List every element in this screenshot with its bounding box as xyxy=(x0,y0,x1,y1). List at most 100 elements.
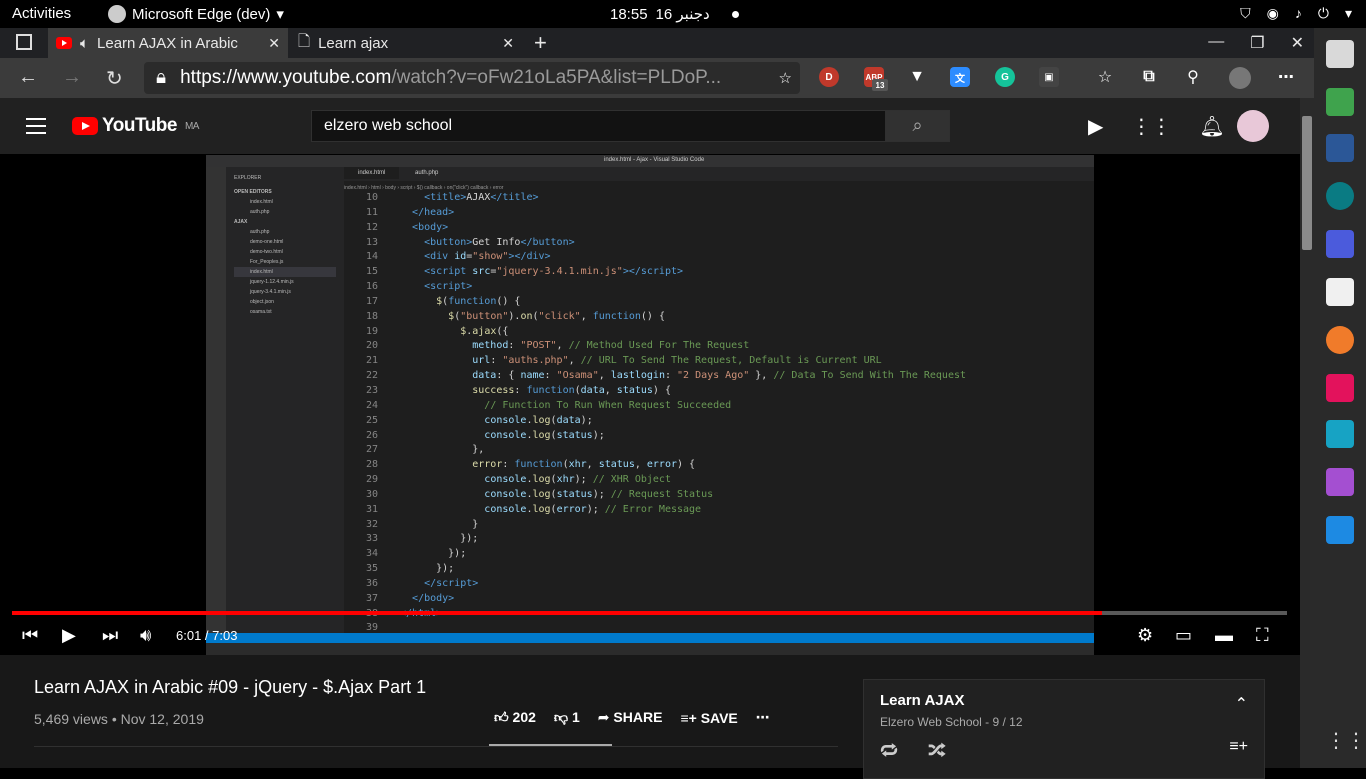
app-menu[interactable]: Microsoft Edge (dev) ▾ xyxy=(108,5,284,23)
video-title: Learn AJAX in Arabic #09 - jQuery - $.Aj… xyxy=(34,677,427,697)
postman-icon[interactable] xyxy=(1326,326,1354,354)
vscode-window-title: index.html - Ajax - Visual Studio Code xyxy=(604,157,705,163)
back-button[interactable]: ← xyxy=(18,66,38,89)
file-item: index.html xyxy=(234,267,336,277)
extension-box-icon[interactable]: ▣ xyxy=(1039,67,1059,87)
scrollbar-thumb[interactable] xyxy=(1302,116,1312,250)
download-manager-icon[interactable] xyxy=(1326,88,1354,116)
close-tab-icon[interactable]: ✕ xyxy=(502,35,514,52)
reload-button[interactable]: ↻ xyxy=(106,66,123,91)
vscode-icon[interactable] xyxy=(1326,516,1354,544)
add-favorite-icon[interactable]: ☆ xyxy=(779,69,792,87)
dislike-button[interactable]: 👎︎ 1 xyxy=(554,709,580,726)
show-apps-icon[interactable]: ⋮⋮⋮ xyxy=(1326,728,1366,756)
tab-learn-ajax-arabic[interactable]: 🔈︎ Learn AJAX in Arabic ✕ xyxy=(48,28,288,58)
page-icon: 🗋︎ xyxy=(298,32,311,50)
vimium-icon[interactable]: ▼ xyxy=(907,67,927,87)
new-tab-button[interactable]: + xyxy=(534,30,547,56)
file-item: auth.php xyxy=(250,229,270,235)
loop-icon[interactable]: 🔁︎ xyxy=(880,736,898,763)
chevron-up-icon[interactable]: ⌃ xyxy=(1235,694,1248,714)
webstorm-icon[interactable] xyxy=(1326,420,1354,448)
phpstorm-icon[interactable] xyxy=(1326,468,1354,496)
address-bar[interactable]: 🔒︎ https://www.youtube.com/watch?v=oFw21… xyxy=(144,62,800,94)
like-button[interactable]: 👍︎ 202 xyxy=(494,709,536,726)
page-scrollbar[interactable] xyxy=(1300,98,1314,768)
miniplayer-button[interactable]: ▭ xyxy=(1175,625,1192,646)
screenshot-icon[interactable] xyxy=(1326,230,1354,258)
grammarly-icon[interactable]: G xyxy=(995,67,1015,87)
share-button[interactable]: ➦ SHARE xyxy=(598,709,663,726)
save-label: SAVE xyxy=(700,709,738,726)
save-button[interactable]: ≡+ SAVE xyxy=(680,710,737,726)
vscode-tab-active: index.html xyxy=(344,167,400,179)
notifications-bell-icon[interactable]: 🔔︎ xyxy=(1199,114,1224,139)
url-host: https://www.youtube.com xyxy=(180,67,392,88)
extension-d-icon[interactable]: D xyxy=(819,67,839,87)
search-button[interactable]: ⌕ xyxy=(885,110,950,142)
system-tray[interactable]: ⛉ ◉ ♪ ⏻ ▾ xyxy=(1240,5,1352,22)
apps-icon[interactable]: ⋮⋮ xyxy=(1131,114,1171,139)
intellij-icon[interactable] xyxy=(1326,374,1354,402)
translate-icon[interactable]: 文 xyxy=(950,67,970,87)
create-video-icon[interactable]: ▶︎ xyxy=(1088,114,1103,139)
video-frame-vscode: index.html - Ajax - Visual Studio Code E… xyxy=(206,155,1094,655)
forward-button[interactable]: → xyxy=(62,66,82,89)
tab-learn-ajax[interactable]: 🗋︎ Learn ajax ✕ xyxy=(290,28,522,58)
minimize-button[interactable]: — xyxy=(1208,33,1224,53)
search-input[interactable]: elzero web school xyxy=(311,110,886,142)
open-editor-item: index.html xyxy=(250,199,273,205)
share-label: SHARE xyxy=(613,709,663,725)
file-item: demo-one.html xyxy=(250,239,284,245)
video-player[interactable]: index.html - Ajax - Visual Studio Code E… xyxy=(0,155,1300,655)
more-menu-icon[interactable]: ⋯ xyxy=(1276,67,1296,87)
youtube-logo[interactable]: YouTube MA xyxy=(72,115,199,137)
collections-icon[interactable]: ⧉ xyxy=(1139,67,1159,87)
playlist-add-icon[interactable]: ≡+ xyxy=(1229,738,1248,756)
activities-button[interactable]: Activities xyxy=(12,5,71,22)
divider xyxy=(34,746,838,747)
next-button[interactable]: ⏭ xyxy=(102,625,118,646)
settings-gear-icon[interactable]: ⚙ xyxy=(1137,625,1153,646)
file-item: jquery-1.12.4.min.js xyxy=(250,279,294,285)
close-tab-icon[interactable]: ✕ xyxy=(268,35,280,52)
shuffle-icon[interactable]: 🔀︎ xyxy=(928,736,946,763)
thumbs-down-icon: 👎︎ xyxy=(553,709,569,725)
volume-button[interactable]: 🔊︎ xyxy=(140,625,151,646)
lock-icon[interactable]: 🔒︎ xyxy=(156,67,166,89)
more-actions-icon[interactable]: ⋯ xyxy=(756,709,770,726)
previous-button[interactable]: ⏮ xyxy=(22,625,38,646)
terminal-icon[interactable] xyxy=(1326,134,1354,162)
playlist-title[interactable]: Learn AJAX xyxy=(880,692,1248,709)
open-editors-label: OPEN EDITORS xyxy=(234,189,272,195)
region-code: MA xyxy=(184,120,200,132)
avatar[interactable] xyxy=(1237,110,1269,142)
player-controls: ⏮ ▶ ⏭ 🔊︎ 6:01 / 7:03 ⚙ ▭ ▬ ⛶ xyxy=(0,617,1300,655)
document-viewer-icon[interactable] xyxy=(1326,278,1354,306)
close-window-button[interactable]: ✕ xyxy=(1291,33,1304,53)
edge-dev-icon[interactable] xyxy=(1326,182,1354,210)
volume-icon: ♪ xyxy=(1294,5,1302,21)
theater-mode-button[interactable]: ▬ xyxy=(1215,625,1233,646)
thumbs-up-icon: 👍︎ xyxy=(494,709,509,725)
fullscreen-button[interactable]: ⛶ xyxy=(1256,625,1269,646)
tab-label: Learn AJAX in Arabic xyxy=(97,34,238,52)
profile-icon[interactable] xyxy=(1229,67,1251,89)
favorites-icon[interactable]: ☆ xyxy=(1095,67,1115,87)
video-progress-bar[interactable] xyxy=(12,611,1287,615)
clock-date: 16 دجنبر xyxy=(655,6,710,23)
video-meta: 5,469 views • Nov 12, 2019 xyxy=(34,711,204,727)
menu-icon[interactable] xyxy=(26,118,46,134)
open-editor-item: auth.php xyxy=(250,209,270,215)
speaker-icon[interactable]: 🔈︎ xyxy=(80,35,89,52)
search-icon: ⌕ xyxy=(912,115,923,135)
adblock-badge: 13 xyxy=(872,79,888,91)
maximize-button[interactable]: ❐ xyxy=(1250,33,1264,53)
files-icon[interactable] xyxy=(1326,40,1354,68)
play-button[interactable]: ▶ xyxy=(62,625,76,646)
chevron-down-icon: ▾ xyxy=(1344,5,1352,21)
tab-actions-icon[interactable] xyxy=(16,34,32,50)
clock[interactable]: 18:55 16 دجنبر xyxy=(610,5,739,23)
shield-icon: ⛉ xyxy=(1240,5,1251,21)
extensions-icon[interactable]: ⚲ xyxy=(1183,67,1203,87)
